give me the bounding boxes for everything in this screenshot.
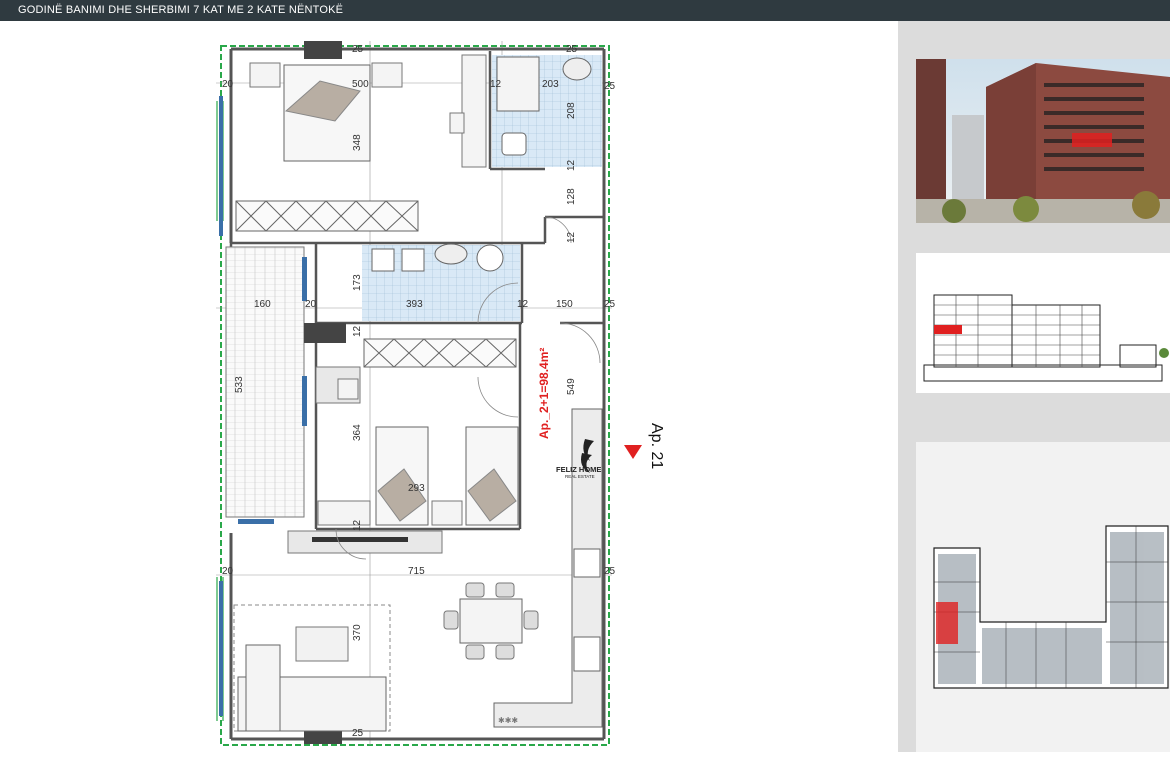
kitchen-sink bbox=[573, 636, 601, 672]
dim-150: 150 bbox=[556, 299, 573, 310]
column-mid bbox=[304, 323, 346, 343]
unit-number-label: Ap. 21 bbox=[648, 423, 665, 469]
shower bbox=[496, 56, 540, 112]
coffee-table bbox=[295, 626, 349, 662]
dim-370: 370 bbox=[352, 624, 363, 641]
dim-25-d: 25 bbox=[604, 299, 616, 310]
dim-20-c: 20 bbox=[305, 299, 317, 310]
balcony-door bbox=[302, 257, 307, 301]
page-title: GODINË BANIMI DHE SHERBIMI 7 KAT ME 2 KA… bbox=[18, 4, 344, 16]
page-header: GODINË BANIMI DHE SHERBIMI 7 KAT ME 2 KA… bbox=[0, 0, 1170, 21]
dim-20-b: 20 bbox=[222, 566, 234, 577]
floor-key-plan bbox=[916, 442, 1170, 752]
nightstand-left bbox=[249, 62, 281, 88]
dim-500: 500 bbox=[352, 79, 369, 90]
dim-25-a: 25 bbox=[352, 44, 364, 55]
dim-715: 715 bbox=[408, 566, 425, 577]
dim-12-d: 12 bbox=[517, 299, 529, 310]
floor-key-plan-thumbnail bbox=[916, 442, 1170, 752]
toilet-2 bbox=[371, 248, 395, 272]
desk bbox=[461, 54, 487, 168]
balcony-window-bottom bbox=[238, 519, 274, 524]
nightstand-4 bbox=[431, 500, 463, 526]
balcony-window bbox=[302, 376, 307, 426]
dim-12-f: 12 bbox=[352, 519, 363, 531]
highlighted-floor bbox=[934, 325, 962, 334]
sidebar-thumbnails bbox=[898, 21, 1170, 752]
chair-desk bbox=[449, 112, 465, 134]
dim-173: 173 bbox=[352, 274, 363, 291]
section-thumbnail bbox=[916, 253, 1170, 393]
building-render-thumbnail bbox=[916, 59, 1170, 223]
highlighted-unit bbox=[1072, 133, 1112, 147]
dim-12-c: 12 bbox=[566, 231, 577, 243]
toilet-1 bbox=[501, 132, 527, 156]
washer bbox=[476, 244, 504, 272]
entrance-marker bbox=[624, 445, 642, 459]
dim-533: 533 bbox=[234, 376, 245, 393]
dining-table bbox=[459, 598, 523, 644]
logo-subtext: REAL ESTATE bbox=[565, 474, 595, 479]
dim-393: 393 bbox=[406, 299, 423, 310]
logo-text: FELIZ HOME bbox=[556, 465, 601, 474]
cooktop bbox=[573, 548, 601, 578]
dim-203: 203 bbox=[542, 79, 559, 90]
dim-12-e: 12 bbox=[352, 325, 363, 337]
dim-25-f: 25 bbox=[352, 728, 364, 739]
highlighted-unit-key bbox=[936, 602, 958, 644]
bidet bbox=[401, 248, 425, 272]
unit-area-label: Ap._2+1=98.4m² bbox=[537, 348, 551, 439]
dim-549: 549 bbox=[566, 378, 577, 395]
stairs-marker: ✱✱✱ bbox=[498, 716, 518, 725]
dim-208: 208 bbox=[566, 102, 577, 119]
sink-2 bbox=[434, 243, 468, 265]
window-living bbox=[219, 581, 223, 716]
wardrobe-bedroom-1 bbox=[235, 200, 419, 232]
sofa-chaise bbox=[245, 644, 281, 732]
dim-128: 128 bbox=[566, 188, 577, 205]
dim-20-a: 20 bbox=[222, 79, 234, 90]
dim-25-c: 25 bbox=[604, 81, 616, 92]
sink-1 bbox=[562, 57, 592, 81]
dim-25-b: 25 bbox=[566, 44, 578, 55]
building-render bbox=[916, 59, 1170, 223]
floor-plan-drawing: 500 348 203 208 128 160 173 393 150 533 … bbox=[216, 41, 665, 746]
dim-160: 160 bbox=[254, 299, 271, 310]
building-section bbox=[916, 253, 1170, 393]
dim-364: 364 bbox=[352, 424, 363, 441]
dim-25-e: 25 bbox=[604, 566, 616, 577]
chair-2 bbox=[337, 378, 359, 400]
window-bedroom bbox=[219, 96, 223, 236]
floor-plan: 500 348 203 208 128 160 173 393 150 533 … bbox=[0, 21, 898, 752]
nightstand-right bbox=[371, 62, 403, 88]
tv bbox=[312, 537, 408, 542]
dim-12-a: 12 bbox=[490, 79, 502, 90]
dim-348: 348 bbox=[352, 134, 363, 151]
wardrobe-bedroom-2 bbox=[363, 338, 517, 368]
column-top bbox=[304, 41, 342, 59]
dim-293: 293 bbox=[408, 483, 425, 494]
dim-12-b: 12 bbox=[566, 159, 577, 171]
